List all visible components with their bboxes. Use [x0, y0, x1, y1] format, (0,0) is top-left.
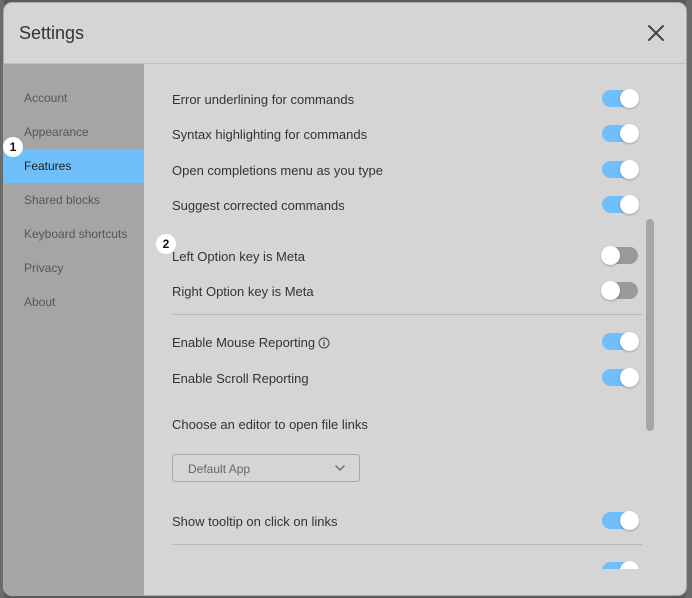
toggle-knob — [620, 160, 639, 179]
features-panel: Error underlining for commands Syntax hi… — [144, 64, 686, 569]
toggle-knob — [620, 124, 639, 143]
settings-modal: Settings Account Appearance Features Sha… — [4, 3, 686, 595]
editor-select[interactable]: Default App — [172, 454, 360, 482]
tooltip-links-toggle[interactable] — [602, 511, 639, 530]
sidebar-item-about[interactable]: About — [4, 285, 144, 319]
close-button[interactable] — [644, 21, 668, 45]
toggle-knob — [601, 246, 620, 265]
sidebar-item-appearance[interactable]: Appearance — [4, 115, 144, 149]
sidebar-item-keyboard-shortcuts[interactable]: Keyboard shortcuts — [4, 217, 144, 251]
mouse-reporting-toggle[interactable] — [602, 332, 639, 351]
sidebar-item-shared-blocks[interactable]: Shared blocks — [4, 183, 144, 217]
toggle-knob — [620, 561, 639, 569]
settings-sidebar: Account Appearance Features Shared block… — [4, 64, 144, 595]
setting-label: Error underlining for commands — [172, 92, 355, 107]
mouse-reporting-label: Enable Mouse Reporting — [172, 335, 316, 350]
sidebar-item-privacy[interactable]: Privacy — [4, 251, 144, 285]
content-scrollbar[interactable] — [646, 219, 654, 431]
modal-header: Settings — [4, 3, 686, 64]
toggle-knob — [620, 332, 639, 351]
annotation-badge-2: 2 — [156, 234, 176, 254]
setting-label: Open completions menu as you type — [172, 163, 384, 178]
setting-label: Syntax highlighting for commands — [172, 127, 368, 142]
left-option-meta-toggle[interactable] — [601, 246, 638, 265]
editor-select-value: Default App — [188, 462, 251, 476]
completions-menu-toggle[interactable] — [602, 160, 639, 179]
close-icon — [648, 25, 664, 41]
section-divider — [172, 544, 642, 545]
setting-label: Left Option key is Meta — [172, 249, 305, 264]
setting-label: Enable Mouse Reporting — [172, 335, 330, 350]
toggle-knob — [601, 281, 620, 300]
sidebar-item-account[interactable]: Account — [4, 81, 144, 115]
toggle-knob — [620, 89, 639, 108]
background-right — [686, 0, 692, 598]
syntax-highlighting-toggle[interactable] — [602, 124, 639, 143]
scroll-reporting-toggle[interactable] — [602, 368, 639, 387]
setting-label: Show tooltip on click on links — [172, 514, 338, 529]
modal-title: Settings — [19, 23, 85, 43]
annotation-badge-1: 1 — [3, 137, 23, 157]
info-icon[interactable] — [318, 337, 330, 349]
setting-label: Enable Scroll Reporting — [172, 371, 309, 386]
partial-toggle[interactable] — [602, 561, 639, 569]
setting-label: Suggest corrected commands — [172, 198, 345, 213]
section-divider — [172, 314, 642, 315]
suggest-corrected-toggle[interactable] — [602, 195, 639, 214]
chevron-down-icon — [335, 465, 345, 471]
error-underlining-toggle[interactable] — [602, 89, 639, 108]
sidebar-item-features[interactable]: Features — [4, 149, 144, 183]
editor-prompt: Choose an editor to open file links — [172, 417, 368, 432]
right-option-meta-toggle[interactable] — [601, 281, 638, 300]
toggle-knob — [620, 511, 639, 530]
toggle-knob — [620, 368, 639, 387]
setting-label: Right Option key is Meta — [172, 284, 314, 299]
toggle-knob — [620, 195, 639, 214]
